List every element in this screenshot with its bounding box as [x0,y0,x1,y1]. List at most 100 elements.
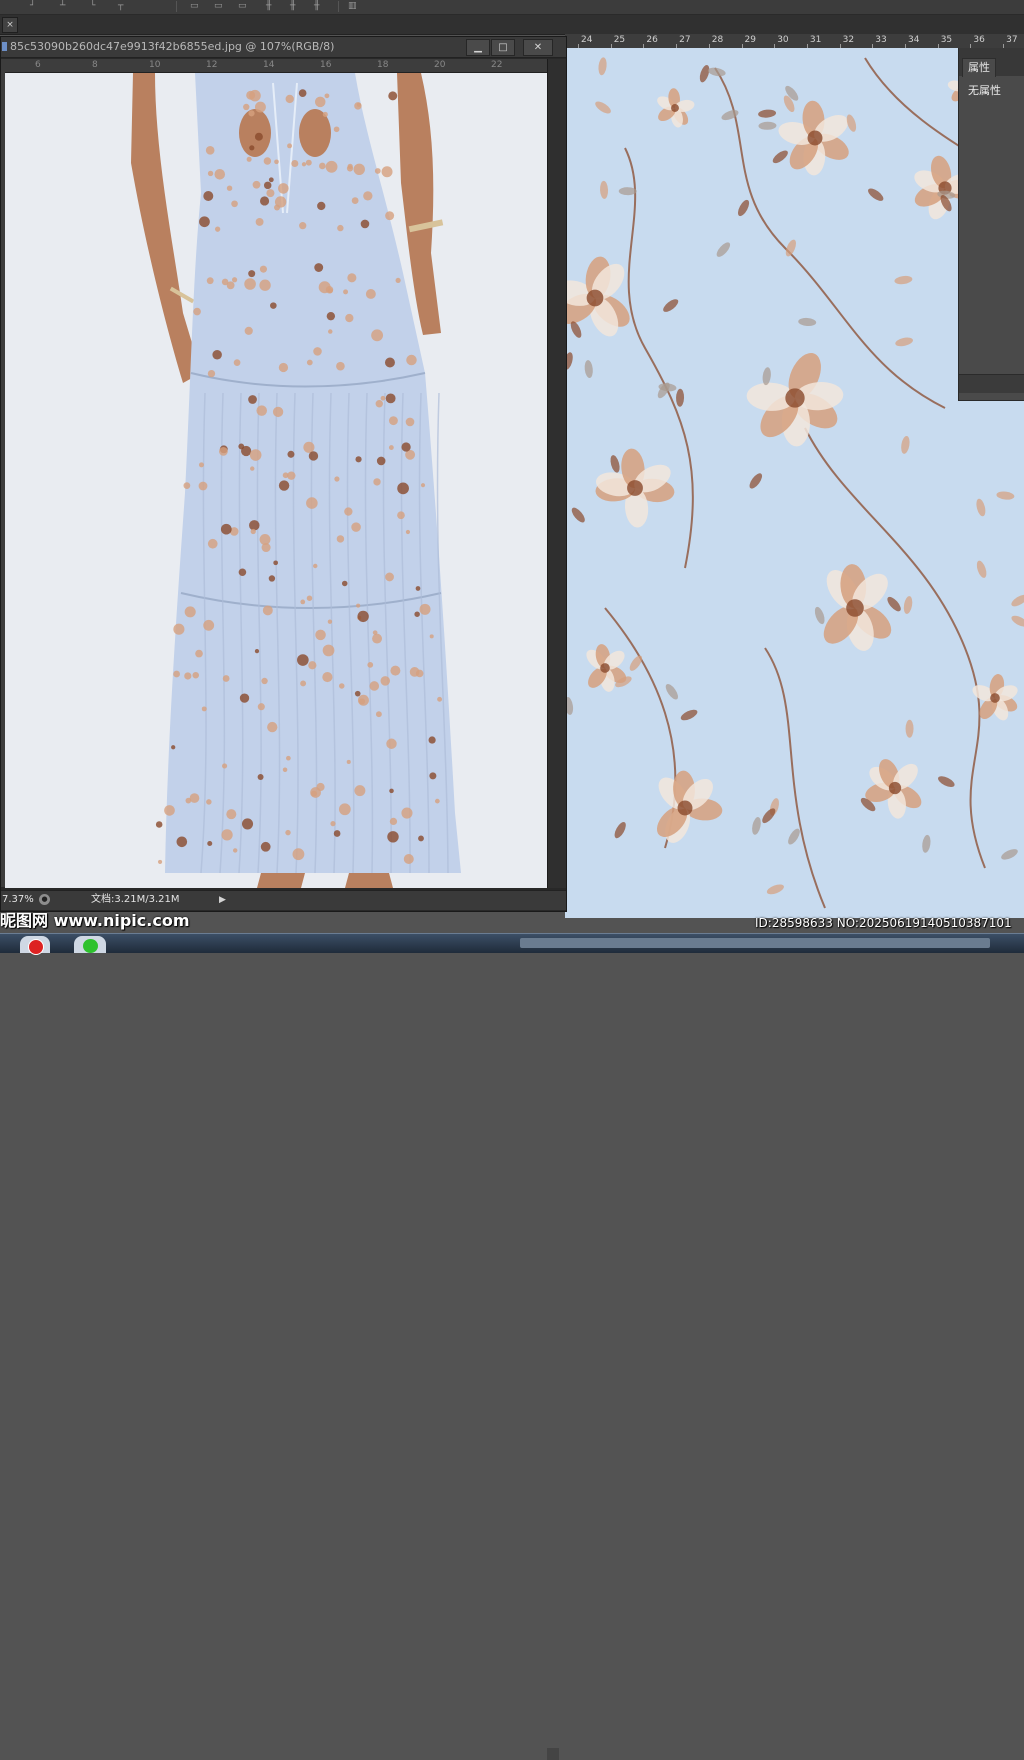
taskbar-window-strip[interactable] [520,938,990,948]
print-flower [257,703,265,711]
print-flower [355,456,362,463]
document-icon [2,42,7,51]
print-flower [238,568,247,577]
print-flower [198,481,208,491]
align-center-icon[interactable]: ┴ [60,1,65,11]
distribute-right-icon[interactable]: ╫ [314,1,319,11]
print-flower [164,805,175,816]
status-menu-arrow-icon[interactable]: ▶ [219,895,226,905]
print-flower [233,359,241,366]
taskbar-chat-button[interactable] [74,936,106,953]
print-flower [341,580,348,587]
ruler-label: 27 [679,35,691,45]
distribute-bottom-icon[interactable]: ▭ [238,1,247,11]
print-flower [254,101,266,113]
tab-close-icon[interactable]: × [2,17,18,33]
print-flower [286,755,291,761]
print-flower [171,745,176,750]
dress-photo[interactable] [5,73,547,888]
properties-tab[interactable]: 属性 [962,58,996,77]
status-info-icon[interactable]: ● [39,894,50,905]
print-flower [375,400,383,408]
print-flower [385,211,395,221]
print-flower [254,649,260,654]
chat-icon [83,939,98,953]
pattern-canvas[interactable] [565,48,1024,918]
print-flower [301,162,307,167]
print-flower [409,667,420,677]
leaf [901,436,910,454]
flower-center [846,599,864,617]
leaf [614,822,626,839]
leaf [1011,594,1024,607]
auto-align-icon[interactable]: ▥ [348,1,357,11]
print-flower [261,677,268,685]
close-button[interactable]: ✕ [523,39,553,56]
document-window[interactable]: 85c53090b260dc47e9913f42b6855ed.jpg @ 10… [0,36,567,1760]
properties-panel-header: 属性 [959,48,1024,77]
resize-grip-icon[interactable] [547,1748,559,1760]
print-flower [299,222,307,230]
distribute-center-icon[interactable]: ╫ [290,1,295,11]
print-flower [395,277,401,284]
print-flower [219,446,228,456]
print-flower [314,263,324,272]
print-flower [264,181,272,190]
print-flower [214,226,221,232]
cutout [239,109,271,157]
print-flower [318,281,331,294]
maximize-button[interactable]: □ [491,39,515,56]
align-top-icon[interactable]: ┬ [118,1,123,11]
print-flower [226,809,237,820]
print-flower [285,829,291,836]
distribute-top-icon[interactable]: ▭ [190,1,199,11]
print-flower [173,670,180,678]
document-title-bar[interactable]: 85c53090b260dc47e9913f42b6855ed.jpg @ 10… [1,37,566,58]
leaf [680,709,698,721]
foot [257,873,305,888]
leaf [1001,849,1018,860]
print-flower [322,111,328,118]
distribute-left-icon[interactable]: ╫ [266,1,271,11]
print-flower [273,560,279,566]
print-flower [353,163,365,175]
zoom-level[interactable]: 7.37% [2,894,34,906]
leaf [758,121,777,130]
print-flower [406,354,417,366]
print-flower [389,817,398,826]
print-flower [184,606,196,618]
document-vertical-scrollbar[interactable] [547,59,566,888]
flower-center [671,104,679,112]
print-flower [207,170,214,177]
print-flower [183,482,191,490]
print-flower [390,665,401,676]
taskbar-browser-button[interactable] [20,936,50,955]
document-status-bar: 7.37% ● 文档:3.21M/3.21M ▶ [1,890,566,1760]
print-flower [345,313,354,323]
leaf [663,299,679,312]
print-flower [285,94,294,104]
print-flower [207,369,216,378]
align-right-icon[interactable]: └ [90,1,95,11]
minimize-button[interactable]: ▁ [466,39,490,56]
print-flower [287,471,296,480]
ruler-label: 12 [206,60,218,70]
distribute-middle-icon[interactable]: ▭ [214,1,223,11]
print-flower [274,159,279,165]
leaf [976,498,986,517]
ruler-label: 22 [491,60,503,70]
print-flower [239,693,250,703]
print-flower [403,853,414,865]
print-flower [315,629,326,641]
print-flower [250,466,255,471]
print-flower [272,406,284,418]
align-left-icon[interactable]: ┘ [30,1,35,11]
print-flower [248,395,257,404]
print-flower [428,736,436,744]
print-flower [405,417,415,427]
ruler-label: 25 [613,35,626,45]
print-flower [338,803,351,816]
ruler-label: 20 [434,60,446,70]
document-tab-row: × [0,15,1024,35]
print-flower [354,690,361,697]
